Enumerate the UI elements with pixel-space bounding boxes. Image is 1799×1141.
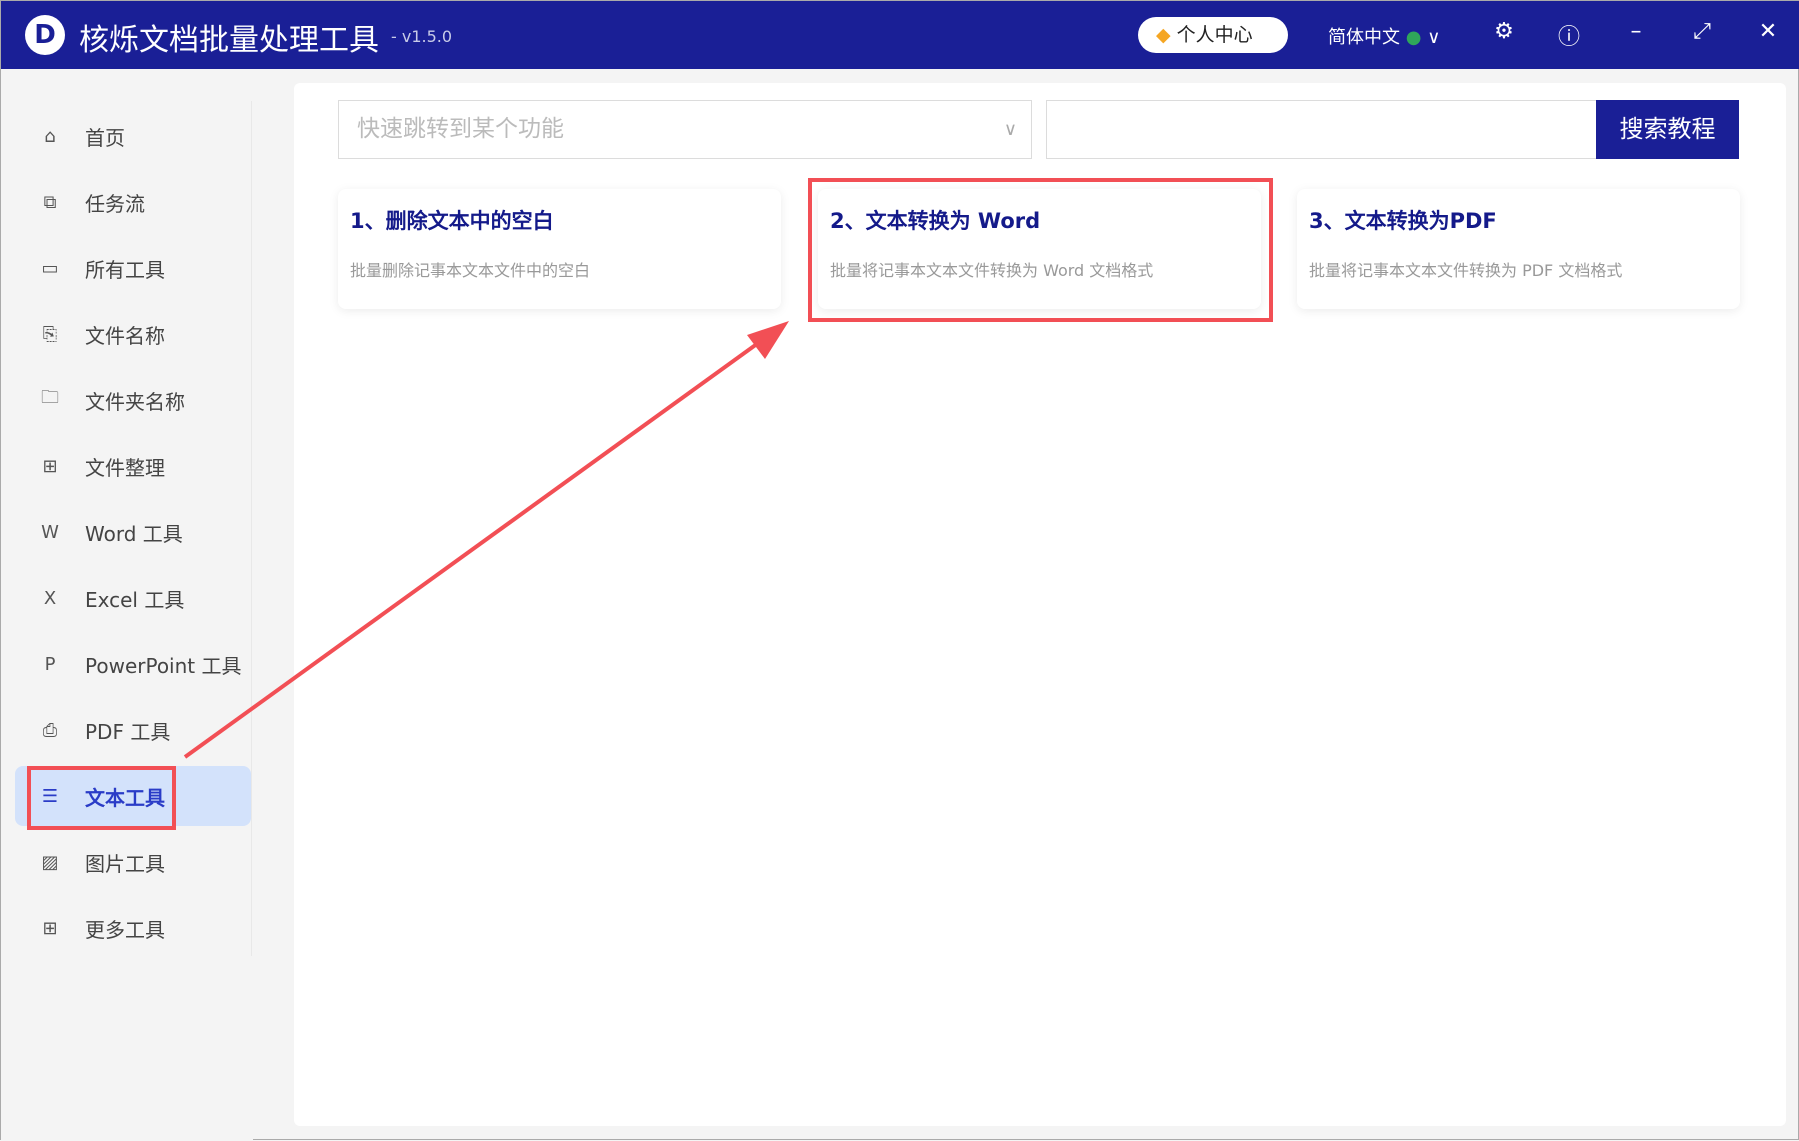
annotation-arrow [1, 1, 1799, 1141]
arrow-head [747, 321, 789, 359]
arrow-line [185, 341, 761, 757]
